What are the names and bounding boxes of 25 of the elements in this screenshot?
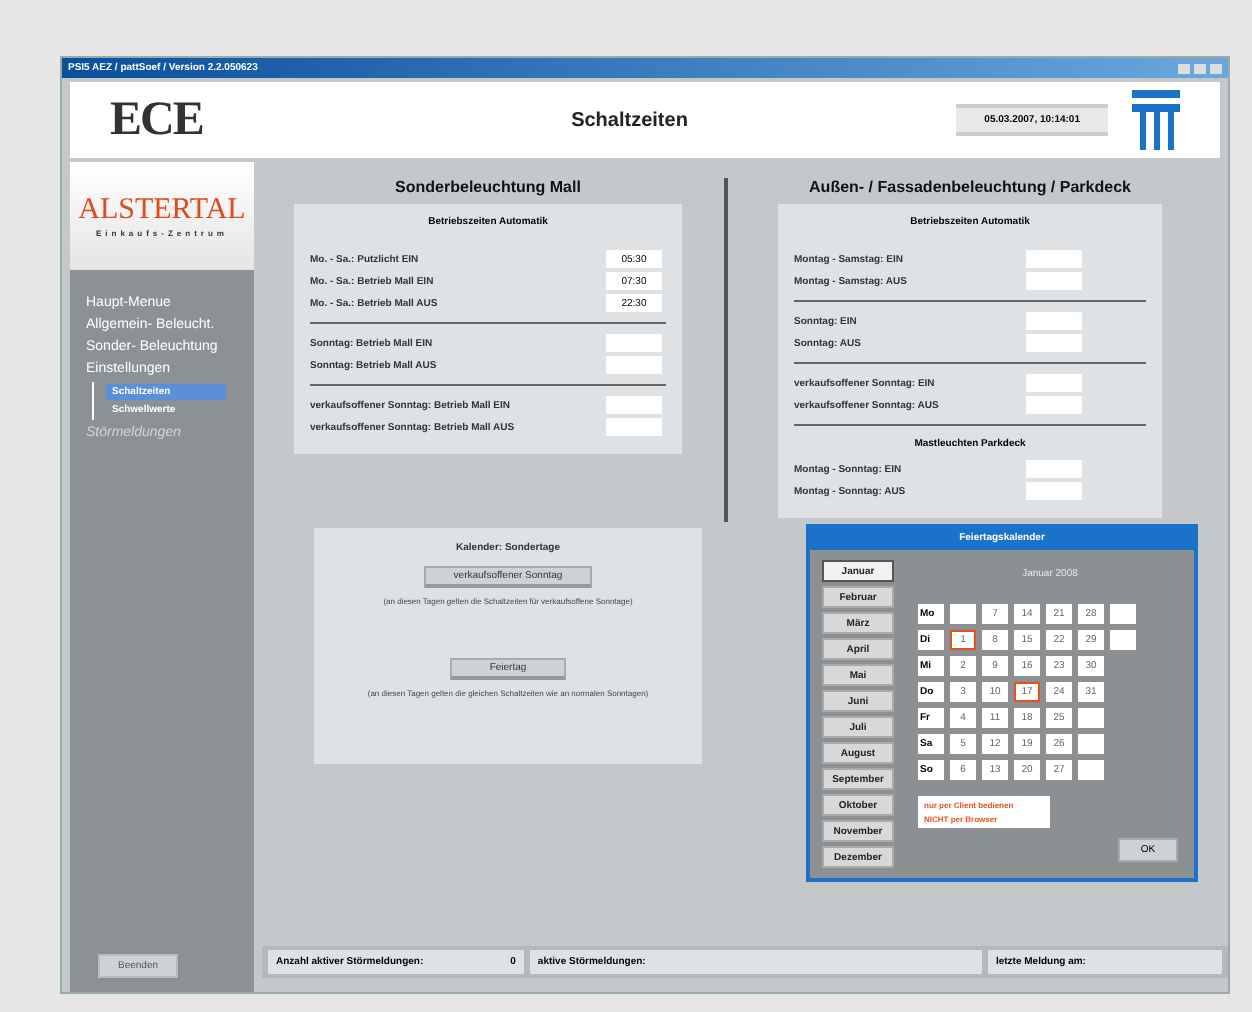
time-field[interactable] [1026, 482, 1082, 500]
time-field[interactable] [1026, 272, 1082, 290]
logo: ECE [110, 93, 203, 147]
time-field[interactable] [1026, 312, 1082, 330]
building-logo-icon [1132, 90, 1180, 150]
window-controls-icon[interactable] [1178, 61, 1222, 75]
time-field[interactable] [1026, 460, 1082, 478]
page-title: Schaltzeiten [569, 109, 690, 131]
time-field[interactable] [1026, 250, 1082, 268]
blank-square [1078, 760, 1104, 780]
blank-square [1110, 630, 1136, 650]
time-field[interactable] [1026, 374, 1082, 392]
blank-square [1078, 708, 1104, 728]
time-field[interactable] [606, 356, 662, 374]
time-field[interactable] [606, 396, 662, 414]
logo-name: ALSTERTAL [78, 194, 246, 228]
blank-square [1110, 604, 1136, 624]
section-title: Sonderbeleuchtung Mall [395, 178, 581, 196]
time-field[interactable] [606, 418, 662, 436]
blank-square [1078, 734, 1104, 754]
section-title: Außen- / Fassadenbeleuchtung / Parkdeck [809, 178, 1131, 196]
time-field[interactable] [1026, 334, 1082, 352]
blank-square [950, 604, 976, 624]
time-field[interactable] [606, 334, 662, 352]
time-field[interactable] [1026, 396, 1082, 414]
